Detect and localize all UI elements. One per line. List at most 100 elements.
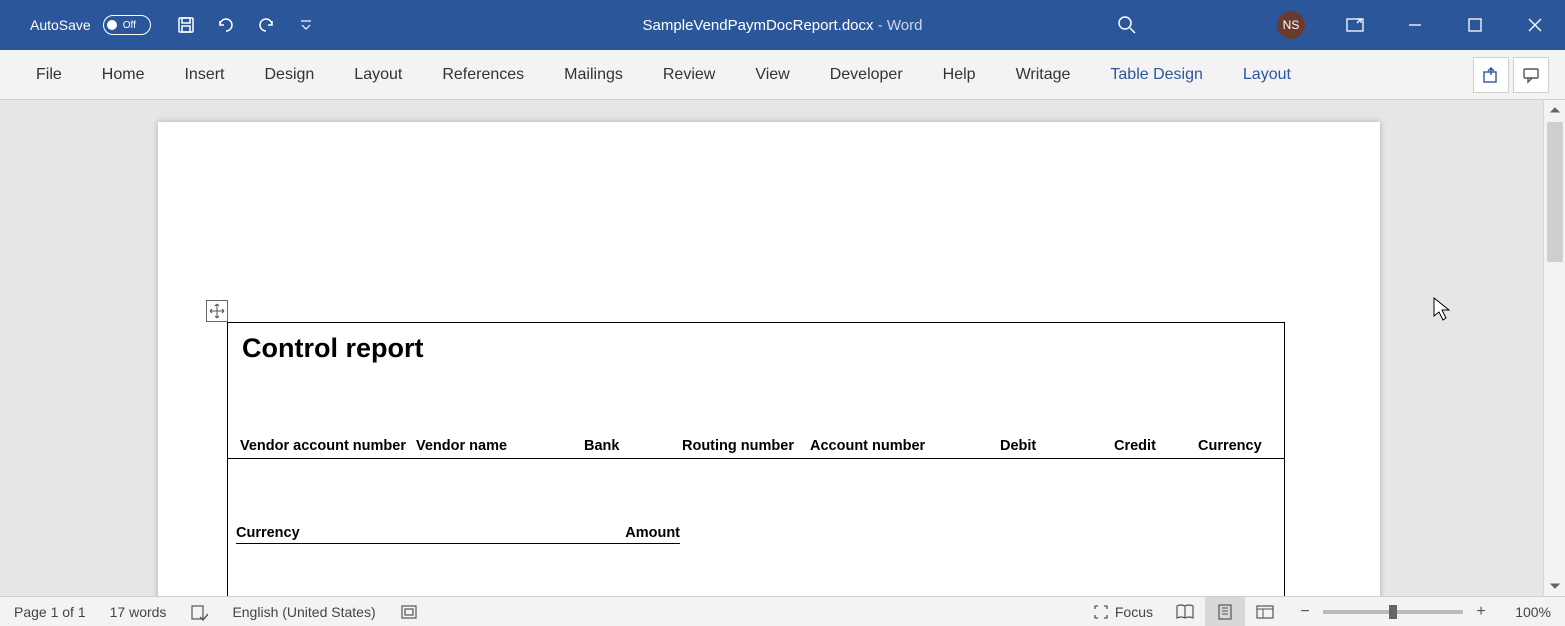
col-account[interactable]: Account number [806,438,996,454]
share-button[interactable] [1473,57,1509,93]
sub-currency[interactable]: Currency [236,525,458,543]
close-icon [1528,18,1542,32]
save-icon [177,16,195,34]
report-table[interactable]: Control report Vendor account number Ven… [227,322,1285,596]
titlebar-right: NS [1097,0,1565,50]
chevron-down-icon [1550,582,1560,590]
maximize-icon [1468,18,1482,32]
window-title: SampleVendPaymDocReport.docx - Word [643,17,923,34]
tab-home[interactable]: Home [82,50,165,100]
close-button[interactable] [1505,0,1565,50]
chevron-down-icon [300,20,312,30]
toggle-dot-icon [107,20,117,30]
tab-references[interactable]: References [422,50,544,100]
page-indicator[interactable]: Page 1 of 1 [14,604,86,620]
share-icon [1482,66,1500,84]
comments-button[interactable] [1513,57,1549,93]
titlebar-left: AutoSave Off [0,8,323,42]
macro-button[interactable] [400,603,418,621]
document-area[interactable]: Control report Vendor account number Ven… [0,100,1565,596]
qat-customize-button[interactable] [289,8,323,42]
zoom-percent[interactable]: 100% [1501,604,1551,620]
print-layout-button[interactable] [1205,597,1245,626]
minimize-button[interactable] [1385,0,1445,50]
report-title[interactable]: Control report [228,323,1284,368]
tab-mailings[interactable]: Mailings [544,50,643,100]
word-count[interactable]: 17 words [110,604,167,620]
print-layout-icon [1216,604,1234,620]
scroll-up-button[interactable] [1544,100,1565,120]
table-move-handle[interactable] [206,300,228,322]
search-icon [1117,15,1137,35]
table-header-row[interactable]: Vendor account number Vendor name Bank R… [228,438,1284,459]
col-vendor-account[interactable]: Vendor account number [236,438,412,454]
sub-amount[interactable]: Amount [458,525,680,543]
col-vendor-name[interactable]: Vendor name [412,438,580,454]
autosave-toggle[interactable]: Off [103,15,151,35]
read-mode-icon [1175,604,1195,620]
tab-review[interactable]: Review [643,50,735,100]
ribbon: File Home Insert Design Layout Reference… [0,50,1565,100]
macro-icon [400,603,418,621]
redo-icon [256,16,276,34]
zoom-in-button[interactable]: + [1471,603,1491,621]
web-layout-icon [1255,604,1275,620]
footer-spacer [228,550,1284,596]
scroll-down-button[interactable] [1544,576,1565,596]
tab-table-design[interactable]: Table Design [1090,50,1223,100]
spellcheck-button[interactable] [190,603,208,621]
tab-design[interactable]: Design [244,50,334,100]
tab-view[interactable]: View [735,50,809,100]
focus-label: Focus [1115,604,1153,620]
tab-developer[interactable]: Developer [810,50,923,100]
table-spacer [228,368,1284,438]
col-debit[interactable]: Debit [996,438,1110,454]
undo-button[interactable] [209,8,243,42]
body-spacer [228,459,1284,525]
focus-button[interactable]: Focus [1081,597,1165,626]
col-routing[interactable]: Routing number [678,438,806,454]
status-right: Focus − + 100% [1081,597,1551,626]
zoom-thumb[interactable] [1389,605,1397,619]
ribbon-right [1473,57,1549,93]
status-left: Page 1 of 1 17 words English (United Sta… [14,603,418,621]
zoom-slider[interactable] [1323,610,1463,614]
col-currency[interactable]: Currency [1194,438,1276,454]
save-button[interactable] [169,8,203,42]
redo-button[interactable] [249,8,283,42]
autosave-label: AutoSave [30,17,91,33]
focus-icon [1093,604,1109,620]
tab-table-layout[interactable]: Layout [1223,50,1311,100]
tab-writage[interactable]: Writage [996,50,1091,100]
user-initials: NS [1283,18,1300,32]
user-badge[interactable]: NS [1277,11,1305,39]
minimize-icon [1408,18,1422,32]
ribbon-display-icon [1346,18,1364,32]
web-layout-button[interactable] [1245,597,1285,626]
col-bank[interactable]: Bank [580,438,678,454]
ribbon-display-button[interactable] [1325,0,1385,50]
spellcheck-icon [190,603,208,621]
titlebar: AutoSave Off SampleVendPaymDocReport.doc… [0,0,1565,50]
search-button[interactable] [1097,0,1157,50]
title-separator: - [874,17,887,34]
read-mode-button[interactable] [1165,597,1205,626]
maximize-button[interactable] [1445,0,1505,50]
statusbar: Page 1 of 1 17 words English (United Sta… [0,596,1565,626]
zoom-out-button[interactable]: − [1295,603,1315,621]
ribbon-tabs: File Home Insert Design Layout Reference… [16,50,1311,100]
zoom-controls: − + [1285,603,1501,621]
move-icon [209,303,225,319]
tab-insert[interactable]: Insert [164,50,244,100]
tab-help[interactable]: Help [923,50,996,100]
scroll-thumb[interactable] [1547,122,1563,262]
tab-layout[interactable]: Layout [334,50,422,100]
sub-header-row[interactable]: Currency Amount [236,525,680,544]
sub-row-wrap: Currency Amount [228,525,1284,550]
language-indicator[interactable]: English (United States) [232,604,375,620]
comment-icon [1522,66,1540,84]
cursor-icon [1433,297,1453,328]
col-credit[interactable]: Credit [1110,438,1194,454]
tab-file[interactable]: File [16,50,82,100]
vertical-scrollbar[interactable] [1543,100,1565,596]
